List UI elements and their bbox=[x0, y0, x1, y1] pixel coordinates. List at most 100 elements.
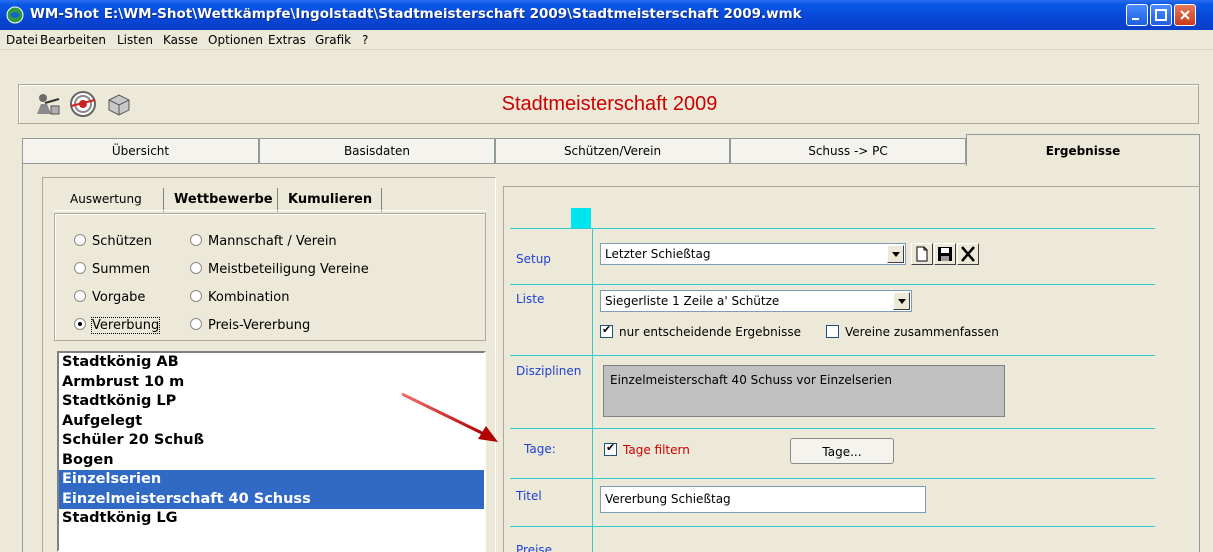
menu-bearbeiten[interactable]: Bearbeiten bbox=[40, 33, 106, 47]
list-item-selected[interactable]: Einzelmeisterschaft 40 Schuss bbox=[59, 489, 484, 509]
checkbox-box-checked bbox=[604, 441, 617, 456]
tab-schuss-pc[interactable]: Schuss -> PC bbox=[730, 138, 966, 164]
tab-schuetzen-verein[interactable]: Schützen/Verein bbox=[495, 138, 730, 164]
tab-ergebnisse[interactable]: Ergebnisse bbox=[966, 134, 1200, 166]
checkbox-box bbox=[826, 325, 839, 338]
competition-list[interactable]: Stadtkönig AB Armbrust 10 m Stadtkönig L… bbox=[57, 351, 486, 552]
subtab-divider bbox=[54, 210, 486, 211]
red-arrow-annotation bbox=[401, 392, 498, 442]
liste-value: Siegerliste 1 Zeile a' Schütze bbox=[605, 294, 780, 308]
titel-input[interactable]: Vererbung Schießtag bbox=[600, 486, 926, 513]
new-setup-button[interactable] bbox=[911, 243, 933, 265]
subtab-wettbewerbe[interactable]: Wettbewerbe bbox=[168, 188, 278, 212]
menu-optionen[interactable]: Optionen bbox=[208, 33, 263, 47]
grid-line bbox=[510, 428, 1155, 429]
minimize-icon bbox=[1132, 18, 1139, 20]
subtab-wettbewerbe-label: Wettbewerbe bbox=[174, 192, 273, 207]
main-tabs: Übersicht Basisdaten Schützen/Verein Sch… bbox=[22, 134, 1200, 166]
menu-datei[interactable]: Datei bbox=[6, 33, 38, 47]
radio-vorgabe[interactable]: Vorgabe bbox=[74, 290, 145, 305]
subtab-kumulieren[interactable]: Kumulieren bbox=[282, 188, 382, 212]
radio-kombination[interactable]: Kombination bbox=[190, 290, 289, 305]
checkbox-box-checked bbox=[600, 323, 613, 338]
maximize-icon bbox=[1155, 9, 1167, 21]
subtab-auswertung[interactable]: Auswertung bbox=[60, 188, 164, 212]
tab-uebersicht[interactable]: Übersicht bbox=[22, 138, 259, 164]
titel-value: Vererbung Schießtag bbox=[605, 492, 731, 506]
radio-meistbeteiligung[interactable]: Meistbeteiligung Vereine bbox=[190, 262, 369, 277]
radio-label: Vorgabe bbox=[92, 290, 146, 305]
radio-label: Vererbung bbox=[90, 317, 161, 334]
menu-kasse[interactable]: Kasse bbox=[163, 33, 198, 47]
disziplinen-label: Disziplinen bbox=[516, 364, 582, 378]
list-item[interactable]: Bogen bbox=[59, 451, 484, 471]
radio-label: Schützen bbox=[92, 234, 153, 249]
new-document-icon bbox=[916, 246, 928, 262]
close-icon bbox=[1180, 10, 1190, 20]
radio-dot bbox=[74, 234, 86, 246]
subtab-kumulieren-label: Kumulieren bbox=[288, 192, 373, 207]
minimize-button[interactable] bbox=[1126, 4, 1148, 26]
radio-dot bbox=[190, 318, 202, 330]
radio-dot-checked bbox=[74, 318, 86, 330]
grid-line bbox=[510, 228, 1155, 229]
radio-dot bbox=[190, 262, 202, 274]
radio-label: Summen bbox=[92, 262, 151, 277]
checkbox-tage-filtern[interactable]: Tage filtern bbox=[604, 441, 690, 457]
list-item[interactable]: Stadtkönig LG bbox=[59, 509, 484, 529]
list-item[interactable]: Stadtkönig AB bbox=[59, 353, 484, 373]
checkbox-label: nur entscheidende Ergebnisse bbox=[619, 325, 801, 339]
app-logo-icon bbox=[6, 6, 24, 24]
delete-icon bbox=[961, 246, 975, 262]
radio-dot bbox=[74, 290, 86, 302]
radio-label: Kombination bbox=[208, 290, 290, 305]
menu-bar: Datei Bearbeiten Listen Kasse Optionen E… bbox=[0, 30, 1213, 50]
delete-setup-button[interactable] bbox=[957, 243, 979, 265]
radio-preis-vererbung[interactable]: Preis-Vererbung bbox=[190, 318, 310, 333]
radio-label: Preis-Vererbung bbox=[208, 318, 311, 333]
list-item-selected[interactable]: Einzelserien bbox=[59, 470, 484, 490]
setup-select[interactable]: Letzter Schießtag bbox=[600, 243, 906, 265]
radio-dot bbox=[74, 262, 86, 274]
title-bar: WM-Shot E:\WM-Shot\Wettkämpfe\Ingolstadt… bbox=[0, 0, 1213, 30]
maximize-button[interactable] bbox=[1150, 4, 1172, 26]
radio-vererbung[interactable]: Vererbung bbox=[74, 317, 161, 334]
radio-schuetzen[interactable]: Schützen bbox=[74, 234, 152, 249]
radio-summen[interactable]: Summen bbox=[74, 262, 150, 277]
grid-line bbox=[510, 526, 1155, 527]
window-title: WM-Shot E:\WM-Shot\Wettkämpfe\Ingolstadt… bbox=[30, 6, 802, 22]
menu-listen[interactable]: Listen bbox=[117, 33, 153, 47]
cyan-marker bbox=[571, 208, 591, 228]
grid-line bbox=[510, 355, 1155, 356]
shooter-icon[interactable] bbox=[33, 90, 61, 118]
save-icon bbox=[938, 247, 952, 261]
close-button[interactable] bbox=[1174, 4, 1196, 26]
tage-button[interactable]: Tage... bbox=[790, 438, 894, 464]
save-setup-button[interactable] bbox=[934, 243, 956, 265]
titel-label: Titel bbox=[516, 489, 542, 503]
menu-grafik[interactable]: Grafik bbox=[315, 33, 351, 47]
liste-label: Liste bbox=[516, 292, 545, 306]
competition-title: Stadtmeisterschaft 2009 bbox=[501, 93, 718, 115]
checkbox-label: Tage filtern bbox=[623, 443, 690, 457]
grid-line bbox=[510, 478, 1155, 479]
radio-label: Meistbeteiligung Vereine bbox=[208, 262, 369, 277]
chevron-down-icon[interactable] bbox=[887, 245, 904, 263]
box-icon[interactable] bbox=[105, 90, 133, 118]
toolbar-panel: Stadtmeisterschaft 2009 bbox=[18, 84, 1199, 124]
preise-label: Preise bbox=[516, 543, 553, 552]
radio-dot bbox=[190, 234, 202, 246]
radio-mannschaft-verein[interactable]: Mannschaft / Verein bbox=[190, 234, 337, 249]
radio-label: Mannschaft / Verein bbox=[208, 234, 337, 249]
checkbox-vereine[interactable]: Vereine zusammenfassen bbox=[826, 325, 999, 339]
tab-basisdaten[interactable]: Basisdaten bbox=[259, 138, 495, 164]
disziplinen-box[interactable]: Einzelmeisterschaft 40 Schuss vor Einzel… bbox=[603, 365, 1005, 417]
liste-select[interactable]: Siegerliste 1 Zeile a' Schütze bbox=[600, 290, 912, 312]
checkbox-entscheidende[interactable]: nur entscheidende Ergebnisse bbox=[600, 323, 801, 339]
menu-extras[interactable]: Extras bbox=[268, 33, 306, 47]
target-icon[interactable] bbox=[69, 90, 97, 118]
setup-label: Setup bbox=[516, 252, 551, 266]
chevron-down-icon[interactable] bbox=[893, 292, 910, 310]
menu-help[interactable]: ? bbox=[362, 33, 368, 47]
checkbox-label: Vereine zusammenfassen bbox=[845, 325, 999, 339]
